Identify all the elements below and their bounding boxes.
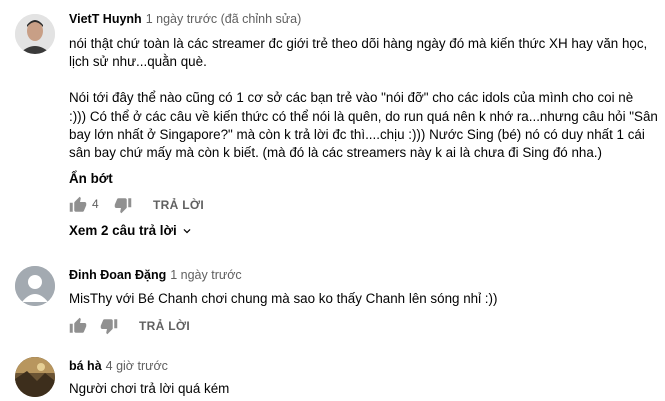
avatar[interactable] [15, 14, 55, 54]
comment-actions: TRẢ LỜI [69, 317, 269, 337]
avatar[interactable] [15, 266, 55, 306]
reply-button[interactable]: TRẢ LỜI [153, 198, 204, 212]
chevron-down-icon [183, 229, 191, 234]
author-name[interactable]: Đinh Đoan Đặng [69, 268, 166, 282]
timestamp[interactable]: 4 giờ trước [106, 359, 168, 373]
thumb-up-icon[interactable] [69, 317, 87, 335]
comment-line: :))) Có thể ở các câu về kiến thức có th… [69, 108, 658, 124]
comment-header: bá hà 4 giờ trước [69, 359, 168, 373]
comment-header: Đinh Đoan Đặng 1 ngày trước [69, 268, 242, 282]
thumb-down-icon[interactable] [100, 317, 118, 335]
comment-line: nói thật chứ toàn là các streamer đc giớ… [69, 36, 648, 51]
comment-actions: 4 TRẢ LỜI [69, 196, 269, 216]
comment-line: MisThy với Bé Chanh chơi chung mà sao ko… [69, 291, 498, 306]
author-name[interactable]: bá hà [69, 359, 102, 373]
comment-line: Người chơi trả lời quá kém [69, 381, 230, 396]
view-replies-button[interactable]: Xem 2 câu trả lời [69, 223, 194, 238]
comment-line: lịch sử như...quằn què. [69, 54, 207, 70]
comment-line: sân bay chứ mấy mà còn k biết. (mà đó là… [69, 145, 602, 161]
comment-line: bay lớn nhất ở Singapore?" mà còn k trả … [69, 126, 645, 142]
comment-text: nói thật chứ toàn là các streamer đc giớ… [69, 35, 658, 162]
read-less-button[interactable]: Ẩn bớt [69, 171, 113, 186]
comment-text: MisThy với Bé Chanh chơi chung mà sao ko… [69, 290, 497, 308]
reply-button[interactable]: TRẢ LỜI [139, 319, 190, 333]
author-name[interactable]: VietT Huynh [69, 12, 142, 26]
view-replies-label: Xem 2 câu trả lời [69, 223, 177, 238]
thumb-down-icon[interactable] [114, 196, 132, 214]
avatar[interactable] [15, 357, 55, 397]
comment-text: Người chơi trả lời quá kém [69, 380, 229, 398]
comment-line: Nói tới đây thể nào cũng có 1 cơ sở các … [69, 90, 634, 106]
comment-header: VietT Huynh 1 ngày trước (đã chỉnh sửa) [69, 12, 301, 26]
timestamp[interactable]: 1 ngày trước (đã chỉnh sửa) [146, 12, 302, 26]
like-count: 4 [92, 197, 99, 211]
timestamp[interactable]: 1 ngày trước [170, 268, 241, 282]
thumb-up-icon[interactable] [69, 196, 87, 214]
